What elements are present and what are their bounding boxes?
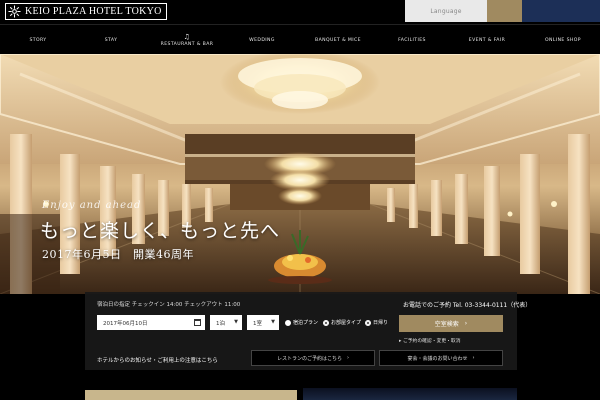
bottom-night-image[interactable] bbox=[303, 388, 517, 400]
booking-panel: 宿泊日の指定 チェックイン 14:00 チェックアウト 11:00 お電話でのご… bbox=[85, 292, 531, 370]
language-button[interactable]: Language bbox=[405, 0, 487, 22]
hero-subline: 2017年6月5日 開業46周年 bbox=[42, 248, 194, 261]
nav-item-banquet[interactable]: BANQUET & MICE bbox=[308, 25, 368, 55]
bottom-gold-banner[interactable] bbox=[85, 390, 297, 400]
radio-day-use[interactable]: 日帰り bbox=[365, 319, 388, 326]
nav-item-label: WEDDING bbox=[249, 37, 275, 43]
header-gold-button[interactable] bbox=[487, 0, 522, 22]
date-value: 2017年06月10日 bbox=[103, 320, 148, 327]
hero-headline: もっと楽しく、もっと先へ bbox=[40, 220, 281, 242]
booking-date-label: 宿泊日の指定 チェックイン 14:00 チェックアウト 11:00 bbox=[97, 300, 240, 308]
radio-label: お部屋タイプ bbox=[331, 320, 362, 326]
nav-item-label: EVENT & FAIR bbox=[468, 37, 506, 43]
rooms-select[interactable]: 1室 ▼ bbox=[247, 315, 279, 330]
restaurant-icon: ♫ bbox=[183, 32, 191, 41]
nav-item-stay[interactable]: STAY bbox=[96, 25, 126, 55]
hero-banner: Enjoy and ahead もっと楽しく、もっと先へ 2017年6月5日 開… bbox=[0, 54, 600, 294]
nav-item-label: ONLINE SHOP bbox=[545, 37, 581, 43]
chevron-down-icon: ▼ bbox=[234, 319, 238, 325]
hotel-logo[interactable]: KEIO PLAZA HOTEL TOKYO bbox=[5, 3, 167, 20]
radio-plan[interactable]: 宿泊プラン bbox=[285, 319, 318, 326]
booking-tel: お電話でのご予約 Tel. 03-3344-0111（代表） bbox=[403, 302, 532, 309]
checkin-note: チェックイン 14:00 bbox=[131, 302, 183, 308]
btn-label: レストランのご予約はこちら bbox=[276, 355, 342, 362]
booking-note: ホテルからのお知らせ・ご利用上の注意はこちら bbox=[97, 358, 218, 364]
radio-dot-icon bbox=[365, 319, 371, 326]
nav-item-facilities[interactable]: FACILITIES bbox=[388, 25, 436, 55]
chevron-down-icon: ▼ bbox=[271, 319, 275, 325]
nights-select[interactable]: 1泊 ▼ bbox=[210, 315, 242, 330]
logo-emblem-icon bbox=[8, 5, 21, 18]
checkout-note: チェックアウト 11:00 bbox=[184, 302, 241, 308]
chevron-right-icon: › bbox=[347, 355, 349, 361]
btn-label: 宴会・会議のお問い合わせ bbox=[407, 355, 468, 362]
header-navy-button[interactable] bbox=[522, 0, 600, 22]
search-button[interactable]: 空室検索 › bbox=[399, 315, 503, 332]
banquet-inquiry-button[interactable]: 宴会・会議のお問い合わせ › bbox=[379, 350, 503, 366]
main-nav: STORY STAY ♫ RESTAURANT & BAR WEDDING BA… bbox=[0, 24, 600, 54]
date-label-text: 宿泊日の指定 bbox=[97, 302, 131, 308]
checkin-date-input[interactable]: 2017年06月10日 bbox=[97, 315, 205, 330]
rooms-value: 1室 bbox=[253, 320, 262, 327]
restaurant-reserve-button[interactable]: レストランのご予約はこちら › bbox=[251, 350, 375, 366]
logo-text: KEIO PLAZA HOTEL TOKYO bbox=[25, 6, 162, 17]
nav-item-online-shop[interactable]: ONLINE SHOP bbox=[538, 25, 588, 55]
nav-item-label: RESTAURANT & BAR bbox=[160, 41, 214, 47]
nav-item-label: STORY bbox=[29, 37, 47, 43]
nav-item-label: STAY bbox=[104, 37, 118, 43]
reservation-check-link[interactable]: ▸ ご予約の確認・変更・取消 bbox=[399, 337, 461, 344]
radio-label: 宿泊プラン bbox=[293, 320, 319, 326]
nav-item-wedding[interactable]: WEDDING bbox=[240, 25, 284, 55]
chevron-right-icon: › bbox=[464, 320, 468, 327]
link-text: ご予約の確認・変更・取消 bbox=[402, 339, 461, 344]
nav-item-restaurant[interactable]: ♫ RESTAURANT & BAR bbox=[152, 25, 222, 55]
radio-label: 日帰り bbox=[373, 320, 389, 326]
top-header: KEIO PLAZA HOTEL TOKYO Language bbox=[0, 0, 600, 24]
radio-dot-icon bbox=[285, 319, 291, 326]
hero-script-text: Enjoy and ahead bbox=[42, 200, 142, 211]
radio-dot-icon bbox=[323, 319, 329, 326]
nav-item-label: FACILITIES bbox=[398, 37, 426, 43]
nav-item-event[interactable]: EVENT & FAIR bbox=[460, 25, 514, 55]
nav-item-label: BANQUET & MICE bbox=[315, 37, 361, 43]
search-label: 空室検索 bbox=[434, 321, 459, 328]
nav-item-story[interactable]: STORY bbox=[18, 25, 58, 55]
radio-room-type[interactable]: お部屋タイプ bbox=[323, 319, 361, 326]
chevron-right-icon: › bbox=[472, 355, 475, 361]
nights-value: 1泊 bbox=[216, 320, 225, 327]
calendar-icon[interactable] bbox=[194, 319, 201, 326]
